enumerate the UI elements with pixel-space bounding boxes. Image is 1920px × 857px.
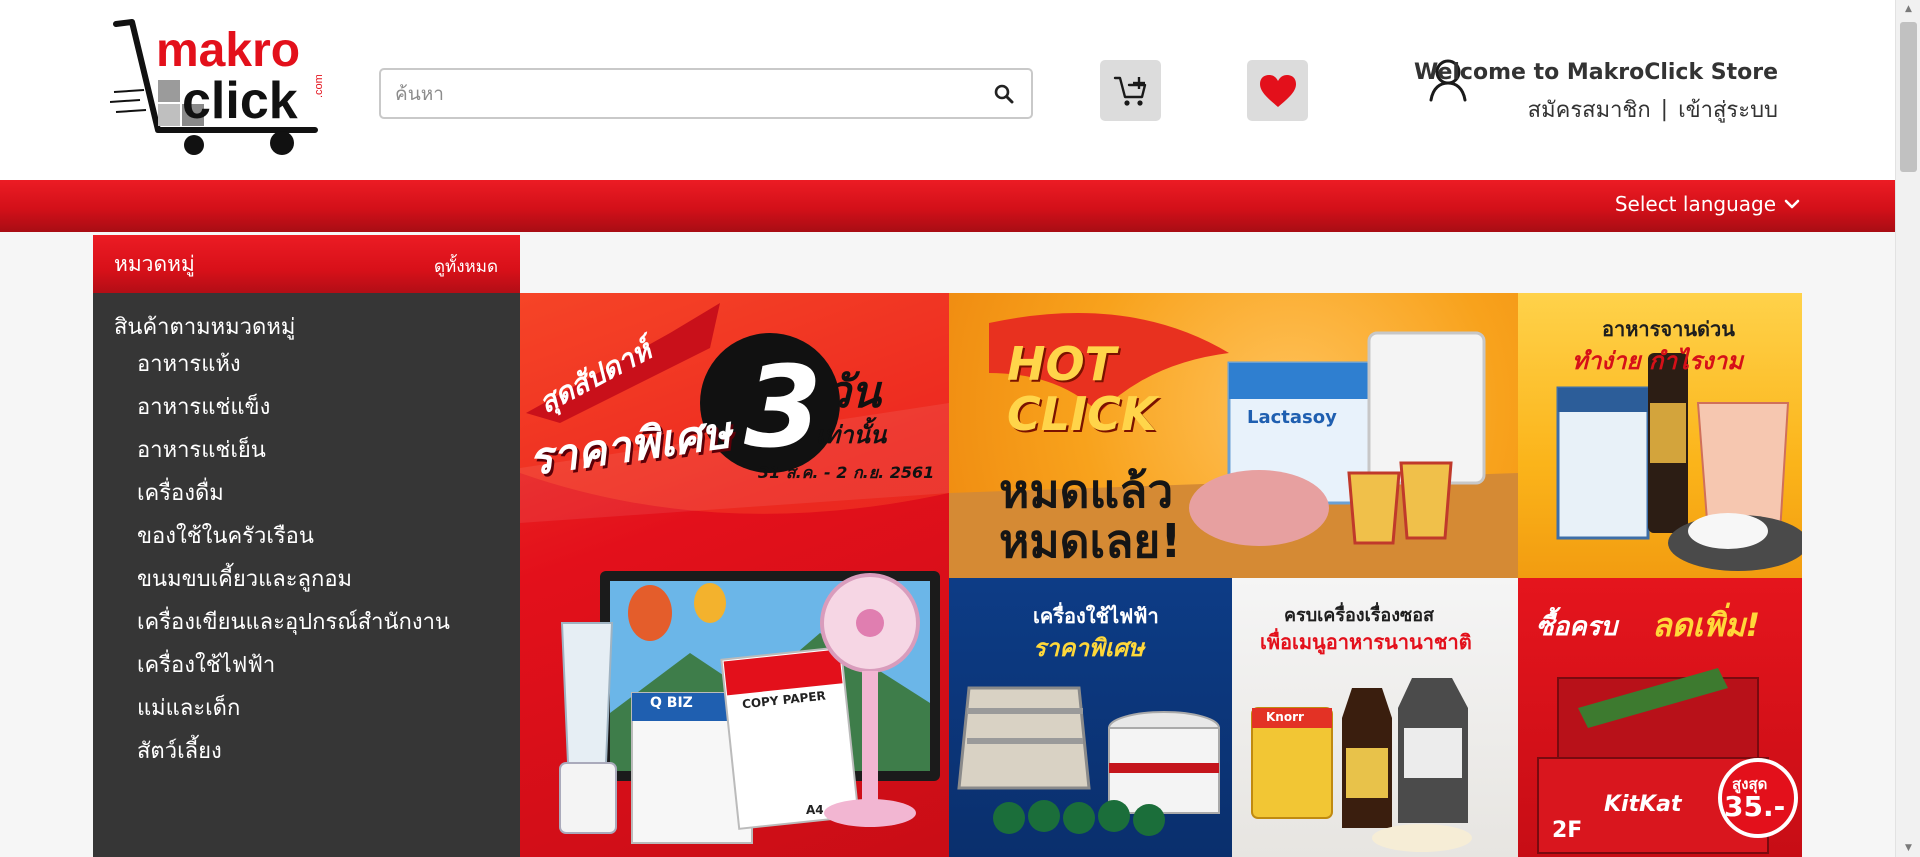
cart-button[interactable] bbox=[1100, 60, 1161, 121]
link-separator: | bbox=[1660, 97, 1669, 122]
category-item-frozen-food[interactable]: อาหารแช่แข็ง bbox=[137, 394, 450, 437]
category-item-mother-baby[interactable]: แม่และเด็ก bbox=[137, 695, 450, 738]
appliances-line2: ราคาพิเศษ bbox=[1033, 634, 1144, 662]
search-button[interactable] bbox=[977, 70, 1031, 117]
discount-line2: ลดเพิ่ม! bbox=[1652, 606, 1761, 644]
page-scrollbar[interactable]: ▲ ▼ bbox=[1895, 0, 1920, 857]
scroll-up-icon[interactable]: ▲ bbox=[1896, 0, 1920, 18]
weekend-suffix: เท่านั้น bbox=[816, 421, 887, 449]
promo-banner-sauces[interactable]: ครบเครื่องเรื่องซอส เพื่อเมนูอาหารนานาชา… bbox=[1232, 578, 1518, 857]
chevron-down-icon bbox=[1784, 199, 1800, 209]
paper-brand: Q BIZ bbox=[650, 695, 693, 711]
category-item-dry-food[interactable]: อาหารแห้ง bbox=[137, 351, 450, 394]
category-item-beverages[interactable]: เครื่องดื่ม bbox=[137, 480, 450, 523]
promo-banner-discount[interactable]: ซื้อครบ ลดเพิ่ม! สูงสุด 35.- 2F KitKat bbox=[1518, 578, 1802, 857]
category-header: หมวดหมู่ ดูทั้งหมด bbox=[93, 235, 520, 293]
discount-box-label: 2F bbox=[1552, 818, 1583, 843]
logo-word-click: click bbox=[182, 72, 298, 130]
category-menu: สินค้าตามหมวดหมู่ อาหารแห้ง อาหารแช่แข็ง… bbox=[93, 293, 520, 857]
category-item-stationery[interactable]: เครื่องเขียนและอุปกรณ์สำนักงาน bbox=[137, 609, 450, 652]
sauces-line2: เพื่อเมนูอาหารนานาชาติ bbox=[1260, 630, 1472, 654]
category-item-chilled-food[interactable]: อาหารแช่เย็น bbox=[137, 437, 450, 480]
category-title: หมวดหมู่ bbox=[114, 251, 195, 276]
category-item-electronics[interactable]: เครื่องใช้ไฟฟ้า bbox=[137, 652, 450, 695]
category-list: อาหารแห้ง อาหารแช่แข็ง อาหารแช่เย็น เครื… bbox=[137, 351, 450, 781]
sauces-line1: ครบเครื่องเรื่องซอส bbox=[1284, 605, 1435, 626]
logo-word-makro: makro bbox=[156, 24, 300, 77]
language-selector[interactable]: Select language bbox=[1615, 192, 1800, 216]
promo-banner-appliances[interactable]: เครื่องใช้ไฟฟ้า ราคาพิเศษ bbox=[949, 578, 1232, 857]
discount-max-value: 35.- bbox=[1724, 790, 1786, 823]
view-all-link[interactable]: ดูทั้งหมด bbox=[434, 253, 498, 280]
heart-icon bbox=[1259, 74, 1296, 107]
hot-click-product-label: Lactasoy bbox=[1247, 407, 1337, 428]
account-links: สมัครสมาชิก | เข้าสู่ระบบ bbox=[1528, 92, 1778, 127]
promo-banner-hot-click[interactable]: HOT CLICK หมดแล้ว หมดเลย! Lactasoy bbox=[949, 293, 1518, 578]
cart-add-icon bbox=[1113, 76, 1146, 106]
promo-banner-weekend[interactable]: สุดสัปดาห์ ราคาพิเศษ 3 วัน เท่านั้น 31 ส… bbox=[520, 293, 949, 857]
search-input[interactable] bbox=[381, 70, 977, 117]
promo-banner-quick-food[interactable]: อาหารจานด่วน ทำง่าย กำไรงาม bbox=[1518, 293, 1802, 578]
scroll-thumb[interactable] bbox=[1900, 22, 1917, 172]
scroll-down-icon[interactable]: ▼ bbox=[1896, 839, 1920, 857]
discount-brand: KitKat bbox=[1604, 792, 1682, 817]
login-link[interactable]: เข้าสู่ระบบ bbox=[1678, 92, 1778, 127]
search-icon bbox=[994, 84, 1014, 103]
site-header: makro click .com Welcome to Ma bbox=[0, 0, 1895, 180]
logo-suffix: .com bbox=[313, 74, 325, 98]
wishlist-button[interactable] bbox=[1247, 60, 1308, 121]
category-item-pets[interactable]: สัตว์เลี้ยง bbox=[137, 738, 450, 781]
welcome-text: Welcome to MakroClick Store bbox=[1413, 60, 1778, 85]
hot-click-brand-line2: CLICK bbox=[1007, 387, 1157, 441]
makroclick-logo-graphic: makro click .com bbox=[109, 19, 325, 155]
quick-food-line2: ทำง่าย กำไรงาม bbox=[1572, 347, 1743, 375]
category-item-snacks[interactable]: ขนมขบเคี้ยวและลูกอม bbox=[137, 566, 450, 609]
sauces-product-label: Knorr bbox=[1266, 710, 1304, 724]
register-link[interactable]: สมัครสมาชิก bbox=[1528, 92, 1651, 127]
paper-size: A4 bbox=[806, 803, 824, 817]
category-group-link[interactable]: สินค้าตามหมวดหมู่ bbox=[114, 309, 295, 344]
hot-click-line2: หมดเลย! bbox=[999, 514, 1182, 568]
makroclick-logo[interactable]: makro click .com bbox=[109, 18, 335, 160]
discount-line1: ซื้อครบ bbox=[1536, 612, 1618, 642]
category-item-household[interactable]: ของใช้ในครัวเรือน bbox=[137, 523, 450, 566]
hot-click-brand-line1: HOT bbox=[1007, 337, 1116, 391]
search-bar bbox=[379, 68, 1033, 119]
weekend-number: 3 bbox=[744, 343, 822, 473]
nav-bar: Select language bbox=[0, 180, 1895, 232]
weekend-dates: 31 ส.ค. - 2 ก.ย. 2561 bbox=[758, 463, 935, 482]
language-label: Select language bbox=[1614, 192, 1776, 216]
